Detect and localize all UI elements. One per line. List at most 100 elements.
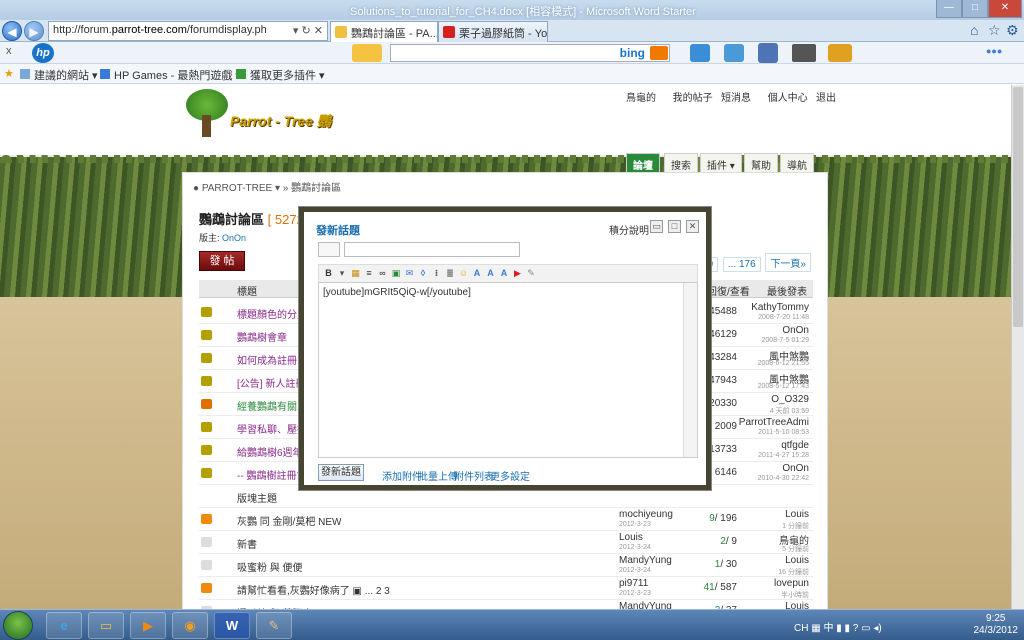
editor-tool-icon[interactable]: ✉ (404, 268, 415, 279)
mail-icon[interactable] (352, 44, 382, 62)
site-logo[interactable]: Parrot - Tree 鸚 (230, 111, 331, 131)
last-poster[interactable]: O_O329 (771, 394, 809, 405)
topic-type-select[interactable] (318, 242, 340, 257)
user-center-link[interactable]: 個人中心 (768, 93, 808, 104)
search-icon[interactable] (650, 46, 668, 60)
fav-get-addons[interactable]: 獲取更多插件 ▾ (250, 67, 325, 83)
thread-author[interactable]: MandyYung (619, 601, 672, 609)
fav-hp-games[interactable]: HP Games - 最熱門遊戲 ▾ (114, 67, 241, 83)
editor-tool-icon[interactable]: ✎ (526, 268, 537, 279)
thread-title[interactable]: 請幫忙看看,灰鸚好像病了 ▣ ... 2 3 (237, 582, 390, 597)
subject-input[interactable] (344, 242, 520, 257)
address-bar[interactable]: http://forum.parrot-tree.com/forumdispla… (48, 21, 328, 41)
tab-forum[interactable]: 論壇 (626, 153, 660, 172)
close-button[interactable]: ✕ (988, 0, 1022, 18)
editor-tool-icon[interactable]: A (485, 268, 496, 279)
close-icon[interactable]: ✕ (686, 220, 699, 233)
page-link[interactable]: ... 176 (722, 257, 761, 272)
thread-author[interactable]: MandyYung (619, 555, 672, 566)
more-settings-link[interactable]: 更多設定 (490, 468, 530, 483)
last-poster[interactable]: KathyTommy (751, 302, 809, 313)
bing-search-input[interactable]: bing (390, 44, 670, 62)
thread-author[interactable]: mochiyeung (619, 509, 673, 520)
editor-tool-icon[interactable]: B (323, 268, 334, 279)
window-icon[interactable]: ▭ (650, 220, 663, 233)
media-player-icon[interactable]: ▶ (130, 612, 166, 639)
editor-tool-icon[interactable]: ◊ (418, 268, 429, 279)
more-icon[interactable]: ●●● (986, 46, 1002, 56)
puzzle-icon[interactable] (828, 44, 852, 62)
last-poster[interactable]: OnOn (782, 325, 809, 336)
editor-scrollbar[interactable] (683, 283, 697, 457)
moderator-link[interactable]: OnOn (222, 233, 246, 243)
tab-navigation[interactable]: 導航 (780, 153, 814, 172)
editor-tool-icon[interactable]: ▣ (391, 268, 402, 279)
system-tray[interactable]: CH ▦ 中 ▮ ▮ ? ▭ ◂) (794, 619, 882, 634)
table-row[interactable]: 灰鸚 同 金剛/莫杷 NEW mochiyeung 2012-3-23 9/ 196 L… (199, 508, 813, 531)
tab-parrot-forum[interactable]: 鸚鵡討論區 - PA... (330, 21, 438, 42)
logout-link[interactable]: 退出 (816, 93, 836, 104)
page-scrollbar[interactable] (1011, 85, 1024, 609)
last-poster[interactable]: OnOn (782, 463, 809, 474)
thread-author[interactable]: pi9711 (619, 578, 648, 589)
new-post-button[interactable]: 發 帖 (199, 251, 245, 271)
last-poster[interactable]: Louis (785, 509, 809, 520)
mail-icon[interactable] (724, 44, 744, 62)
start-button[interactable] (3, 611, 33, 640)
thread-title[interactable]: 吸蜜粉 與 便便 (237, 559, 303, 574)
maximize-button[interactable]: □ (962, 0, 988, 18)
forward-icon[interactable]: ▶ (24, 21, 44, 41)
table-row[interactable]: 請幫忙看看,灰鸚好像病了 ▣ ... 2 3 pi9711 2012-3-23 41/… (199, 577, 813, 600)
messages-link[interactable]: 短消息 (721, 93, 751, 104)
gear-icon[interactable]: ⚙ (1006, 22, 1019, 39)
folder-icon[interactable]: ▭ (88, 612, 124, 639)
editor-tool-icon[interactable]: ☺ (458, 268, 469, 279)
next-page-link[interactable]: 下一頁» (765, 253, 811, 272)
like-icon[interactable] (758, 43, 778, 63)
ie-icon[interactable]: e (46, 612, 82, 639)
scrollbar-thumb[interactable] (1013, 87, 1023, 327)
last-poster[interactable]: ParrotTreeAdmi (739, 417, 809, 428)
last-poster[interactable]: qtfgde (781, 440, 809, 451)
film-icon[interactable] (792, 44, 816, 62)
hp-icon[interactable] (690, 44, 710, 62)
last-poster[interactable]: Louis (785, 555, 809, 566)
thread-title[interactable]: [公告] 新人註冊, (237, 375, 308, 390)
add-attachment-link[interactable]: 添加附件 (382, 468, 422, 483)
editor-tool-icon[interactable]: A (499, 268, 510, 279)
username-link[interactable]: 鳥龜的 (626, 93, 656, 104)
table-row[interactable]: 還爪樓 與 薄腳皮MandyYung3/ 37Louis半小時前 (199, 600, 813, 609)
tab-plugins[interactable]: 插件 ▾ (700, 153, 742, 172)
thread-title[interactable]: 鸚鵡樹會章 (237, 329, 287, 344)
editor-tool-icon[interactable]: ▾ (337, 268, 348, 279)
home-icon[interactable]: ⌂ (970, 22, 978, 38)
points-help-link[interactable]: 積分說明 (609, 222, 649, 237)
editor-tool-icon[interactable]: ▶ (512, 268, 523, 279)
maximize-icon[interactable]: □ (668, 220, 681, 233)
editor-tool-icon[interactable]: ≣ (445, 268, 456, 279)
thread-author[interactable]: Louis (619, 532, 643, 543)
attachment-list-link[interactable]: 附件列表 (454, 468, 494, 483)
refresh-icon[interactable]: ▾ ↻ ✕ (293, 24, 323, 37)
editor-textarea[interactable]: [youtube]mGRIt5QiQ-w[/youtube] (318, 282, 698, 458)
favorites-star-icon[interactable]: ☆ (988, 22, 1001, 39)
thread-title[interactable]: 標題顏色的分別 (237, 306, 307, 321)
clock[interactable]: 9:25 24/3/2012 (974, 613, 1019, 637)
tab-help[interactable]: 幫助 (744, 153, 778, 172)
submit-topic-button[interactable]: 發新話題 (318, 464, 364, 481)
editor-tool-icon[interactable]: ▦ (350, 268, 361, 279)
word-icon[interactable]: W (214, 612, 250, 639)
fav-suggested-sites[interactable]: 建議的網站 ▾ (34, 67, 98, 83)
breadcrumb-text[interactable]: PARROT-TREE ▾ » 鸚鵡討論區 (202, 183, 341, 194)
tab-youtube[interactable]: 栗子過膠紙筒 - Yo... (438, 21, 548, 42)
minimize-button[interactable]: — (936, 0, 962, 18)
tab-search[interactable]: 搜索 (664, 153, 698, 172)
last-poster[interactable]: Louis (785, 601, 809, 609)
my-posts-link[interactable]: 我的帖子 (673, 93, 713, 104)
thread-title[interactable]: 灰鸚 同 金剛/莫杷 NEW (237, 513, 341, 528)
paint-icon[interactable]: ✎ (256, 612, 292, 639)
editor-tool-icon[interactable]: A (472, 268, 483, 279)
back-icon[interactable]: ◀ (2, 21, 22, 41)
breadcrumb[interactable]: ● PARROT-TREE ▾ » 鸚鵡討論區 (193, 179, 341, 194)
thread-title[interactable]: 版塊主題 (237, 490, 277, 505)
